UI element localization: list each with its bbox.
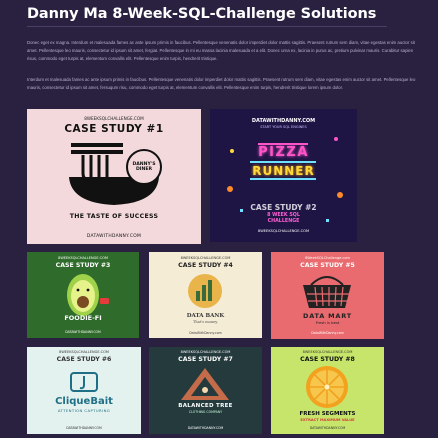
case-study-card-8[interactable]: 8WEEKSQLCHALLENGE.COM CASE STUDY #8 FRES… [271, 347, 384, 434]
card-subtitle: ATTENTION CAPTURING [57, 408, 111, 413]
card-url-bottom: DATAWITHDANNY.COM [65, 330, 101, 334]
card-brand: DATA BANK [186, 313, 225, 319]
card-challenge-line-1: 8 WEEK SQL [267, 213, 300, 218]
orange-slice-icon [306, 366, 348, 408]
case-study-card-5[interactable]: 8WeekSQLChallenge.com CASE STUDY #5 DATA… [271, 252, 384, 339]
card-subtitle: That's money. [193, 320, 218, 324]
card-title: CASE STUDY #2 [250, 203, 317, 212]
card-brand: BALANCED TREE [178, 403, 233, 409]
card-logo-text: DANNY'S DINER [132, 162, 156, 172]
bar-chart-icon [188, 274, 222, 308]
card-word-runner: RUNNER [252, 164, 315, 178]
card-brand: DATA MART [303, 312, 352, 320]
fish-hook-icon [70, 372, 98, 392]
case-study-card-4[interactable]: 8WEEKSQLCHALLENGE.COM CASE STUDY #4 DATA… [149, 252, 262, 338]
card-url-top: 8WEEKSQLCHALLENGE.COM [180, 256, 231, 260]
card-url-bottom: DATAWITHDANNY.COM [187, 426, 224, 430]
card-url-top: 8WEEKSQLCHALLENGE.COM [84, 116, 144, 121]
card-title: CASE STUDY #5 [300, 262, 355, 269]
intro-paragraph-2: Interdum et malesuada fames ac ante ipsu… [27, 77, 416, 90]
card-url-bottom: DATAWITHDANNY.COM [309, 426, 346, 430]
card-title: CASE STUDY #4 [178, 262, 233, 269]
intro-paragraph-1: Donec eget ex magna. Interdum et malesua… [27, 40, 415, 61]
avocado-icon [67, 274, 109, 316]
case-study-card-6[interactable]: 8WEEKSQLCHALLENGE.COM CASE STUDY #6 Cliq… [27, 347, 141, 434]
card-brand: FRESH SEGMENTS [299, 411, 356, 417]
card-url-bottom: DATAWITHDANNY.COM [86, 234, 142, 239]
card-subtitle: EXTRACT MAXIMUM VALUE [300, 418, 355, 422]
card-url-bottom: 8WEEKSQLCHALLENGE.COM [257, 229, 310, 233]
card-subtitle: Fresh is best [315, 320, 340, 325]
card-word-pizza: PIZZA [258, 145, 309, 160]
card-url-bottom: DataWithDanny.com [189, 331, 222, 335]
case-study-card-7[interactable]: 8WEEKSQLCHALLENGE.COM CASE STUDY #7 BALA… [149, 347, 262, 434]
card-url-top: 8WEEKSQLCHALLENGE.COM [180, 350, 231, 354]
card-subtitle: CLOTHING COMPANY [188, 410, 223, 414]
case-study-card-3[interactable]: 8WEEKSQLCHALLENGE.COM CASE STUDY #3 FOOD… [27, 252, 139, 338]
card-url-top: 8WEEKSQLCHALLENGE.COM [58, 256, 108, 260]
card-url-top: 8WeekSQLChallenge.com [305, 256, 350, 260]
card-url-bottom: DATAWITHDANNY.COM [66, 426, 102, 430]
card-title: CASE STUDY #6 [56, 356, 112, 363]
card-url-bottom: DataWithDanny.com [311, 331, 344, 335]
card-brand: CliqueBait [55, 396, 113, 407]
triangle-tree-icon [181, 368, 229, 400]
ramen-bowl-icon [69, 143, 162, 205]
card-url-top: 8WEEKSQLCHALLENGE.COM [302, 350, 353, 354]
card-url-top: 8WEEKSQLCHALLENGE.COM [59, 350, 109, 354]
card-title: CASE STUDY #3 [55, 262, 111, 269]
card-brand: FOODIE-FI [64, 314, 102, 322]
case-study-card-1[interactable]: 8WEEKSQLCHALLENGE.COM CASE STUDY #1 DANN… [27, 109, 201, 244]
case-study-card-2[interactable]: DATAWITHDANNY.COM START YOUR SQL ENGINES… [210, 109, 357, 242]
card-challenge-line-2: CHALLENGE [267, 219, 300, 224]
basket-icon [303, 276, 351, 308]
card-title: CASE STUDY #8 [300, 356, 355, 363]
card-tagline: THE TASTE OF SUCCESS [69, 213, 159, 220]
card-title: CASE STUDY #7 [178, 356, 233, 363]
title-divider [27, 26, 387, 27]
page-title: Danny Ma 8-Week-SQL-Challenge Solutions [27, 6, 377, 22]
